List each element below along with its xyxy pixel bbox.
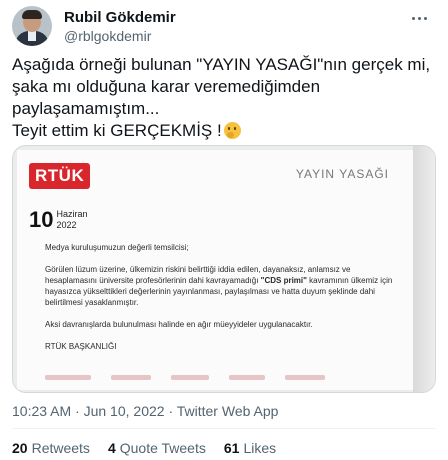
retweets-label: Retweets xyxy=(31,440,90,456)
display-name[interactable]: Rubil Gökdemir xyxy=(64,8,176,27)
author-names: Rubil Gökdemir @rblgokdemir xyxy=(64,8,176,45)
tweet-line: paylaşamamıştım... xyxy=(12,99,160,118)
quote-tweets-stat[interactable]: 4 Quote Tweets xyxy=(108,440,206,456)
document-signature: RTÜK BAŞKANLIĞI xyxy=(45,342,117,351)
more-options-icon[interactable] xyxy=(408,8,430,28)
logo-text: RTÜK xyxy=(29,163,91,189)
user-handle[interactable]: @rblgokdemir xyxy=(64,27,176,45)
tweet-line: şaka mı olduğuna karar veremediğimden xyxy=(12,77,321,96)
likes-stat[interactable]: 61 Likes xyxy=(224,440,276,456)
document-greeting: Medya kuruluşumuzun değerli temsilcisi; xyxy=(45,243,189,252)
likes-label: Likes xyxy=(243,440,277,456)
quotes-count: 4 xyxy=(107,440,116,456)
photo-edge xyxy=(413,146,435,392)
tweet-line: Aşağıda örneği bulunan "YAYIN YASAĞI"nın… xyxy=(12,55,431,74)
document-date: 10 Haziran 2022 xyxy=(29,208,88,232)
document-title: YAYIN YASAĞI xyxy=(295,167,389,181)
paragraph-bold: "CDS primi" xyxy=(260,276,307,285)
thinking-face-icon xyxy=(223,122,241,139)
divider xyxy=(12,428,436,429)
date-year: 2022 xyxy=(56,220,77,230)
document-sheet: RTÜK YAYIN YASAĞI 10 Haziran 2022 Medya … xyxy=(17,150,413,390)
tweet-line: Teyit ettim ki GERÇEKMİŞ ! xyxy=(12,121,222,140)
date-day: 10 xyxy=(29,207,54,232)
likes-count: 61 xyxy=(223,440,240,456)
document-footer xyxy=(45,375,395,385)
rtuk-logo: RTÜK xyxy=(29,162,91,190)
retweets-count: 20 xyxy=(12,440,28,456)
document-body: Medya kuruluşumuzun değerli temsilcisi; … xyxy=(45,240,395,363)
tweet-text: Aşağıda örneği bulunan "YAYIN YASAĞI"nın… xyxy=(12,54,440,142)
retweets-stat[interactable]: 20 Retweets xyxy=(12,440,90,456)
tweet-media-image[interactable]: RTÜK YAYIN YASAĞI 10 Haziran 2022 Medya … xyxy=(12,145,436,393)
document-paragraph: Aksi davranışlarda bulunulması halinde e… xyxy=(45,320,313,329)
date-month: Haziran xyxy=(56,209,88,219)
tweet-timestamp[interactable]: 10:23 AM · Jun 10, 2022 · Twitter Web Ap… xyxy=(12,403,278,419)
tweet-line-last: Teyit ettim ki GERÇEKMİŞ ! xyxy=(12,120,440,142)
avatar[interactable] xyxy=(12,6,52,46)
document-paragraph: Görülen lüzum üzerine, ülkemizin riskini… xyxy=(45,264,395,308)
quotes-label: Quote Tweets xyxy=(119,440,206,456)
tweet-stats: 20 Retweets 4 Quote Tweets 61 Likes xyxy=(12,440,276,456)
tweet-header: Rubil Gökdemir @rblgokdemir xyxy=(12,6,436,46)
